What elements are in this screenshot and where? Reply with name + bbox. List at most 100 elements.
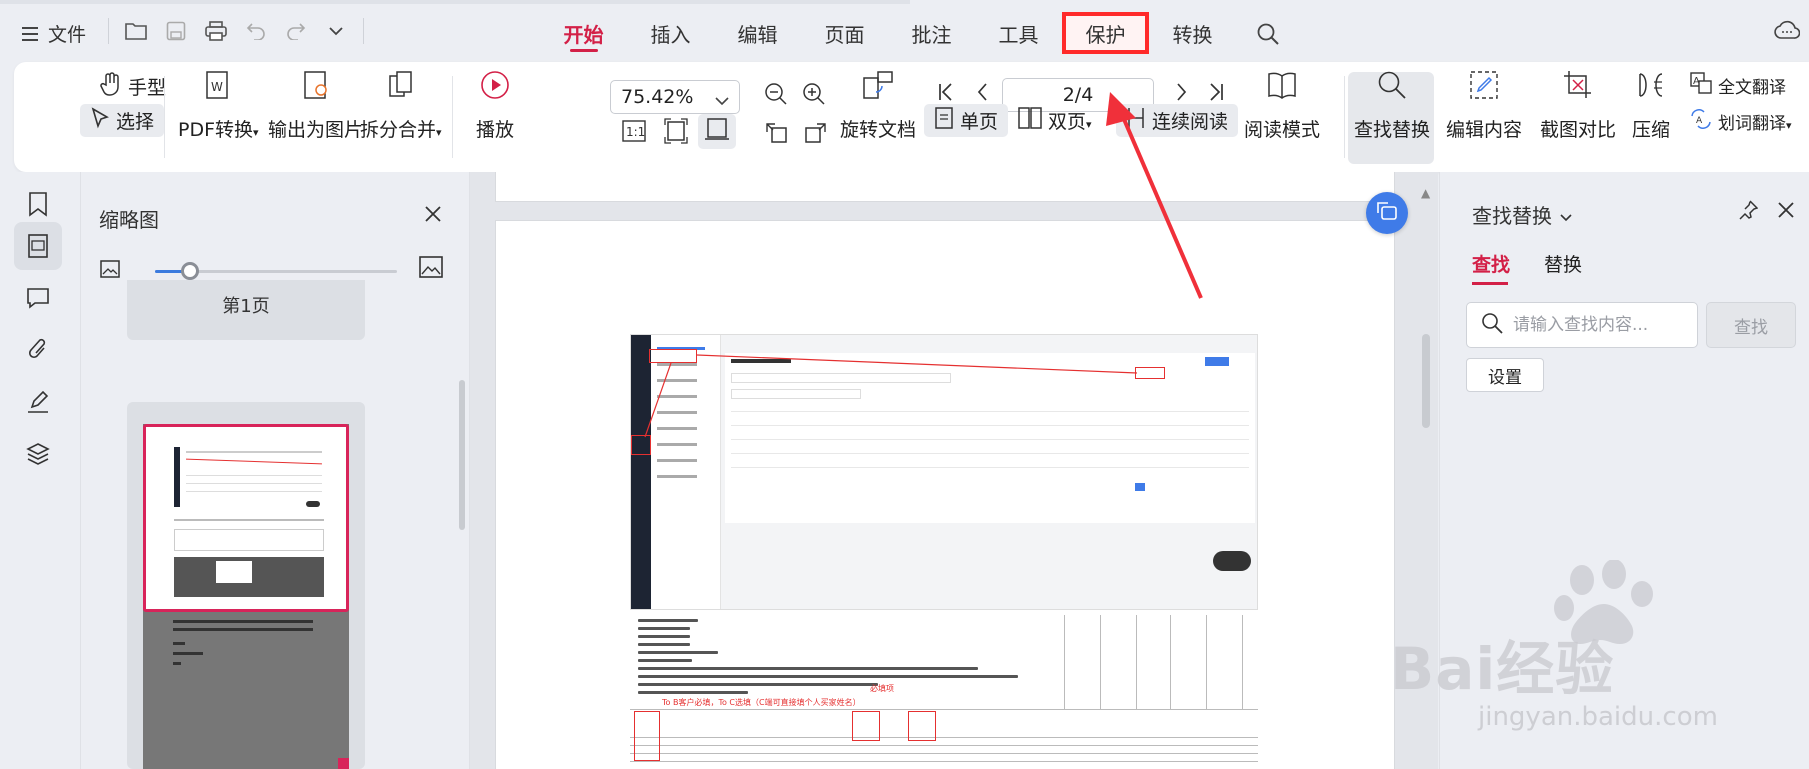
thumbnail-preview (143, 424, 349, 769)
svg-text:A: A (1696, 116, 1703, 126)
search-icon (1481, 312, 1503, 339)
play-button[interactable]: 播放 (476, 70, 514, 142)
tab-page[interactable]: 页面 (801, 12, 888, 54)
hand-icon (100, 72, 122, 101)
zoom-select[interactable]: 75.42% (610, 80, 740, 114)
tab-start[interactable]: 开始 (540, 12, 627, 54)
print-icon[interactable] (203, 18, 229, 44)
redo-icon[interactable] (283, 18, 309, 44)
select-tool-label: 选择 (116, 111, 155, 133)
annotation-box (634, 711, 660, 761)
screen-capture-icon (1376, 201, 1398, 225)
double-page-icon (1018, 107, 1042, 134)
tab-tools[interactable]: 工具 (975, 12, 1062, 54)
tab-annotate[interactable]: 批注 (888, 12, 975, 54)
rotate-left-button[interactable] (764, 120, 788, 149)
edit-content-button[interactable]: 编辑内容 (1446, 70, 1522, 142)
file-menu[interactable]: 文件 (22, 20, 86, 47)
screenshot-compare-button[interactable]: 截图对比 (1540, 70, 1616, 142)
large-image-icon (419, 256, 443, 282)
zoom-in-icon (802, 82, 826, 111)
split-merge-button[interactable]: 拆分合并▾ (360, 70, 442, 142)
scroll-up-arrow[interactable]: ▲ (1421, 186, 1430, 200)
hand-tool-button[interactable]: 手型 (100, 72, 166, 101)
tab-convert[interactable]: 转换 (1149, 12, 1236, 54)
zoom-value: 75.42% (621, 86, 694, 108)
read-mode-label: 阅读模式 (1244, 119, 1321, 141)
fit-width-button[interactable] (698, 114, 736, 149)
embedded-red-label: To B客户必填，To C选填（C端可直接填个人买家姓名） (662, 698, 861, 707)
embedded-toggle (1213, 551, 1251, 571)
thumbnail-panel: 缩略图 第1页 (80, 172, 470, 769)
cursor-icon (90, 107, 110, 134)
slider-handle[interactable] (181, 262, 199, 280)
zoom-out-button[interactable] (764, 82, 788, 111)
word-translate-button[interactable]: A 划词翻译▾ (1690, 108, 1792, 135)
save-icon[interactable] (163, 18, 189, 44)
thumbnail-scrollbar[interactable] (459, 380, 465, 530)
attachment-icon[interactable] (14, 326, 62, 374)
window-tabstrip (0, 0, 910, 4)
actual-size-button[interactable]: 1:1 (622, 120, 646, 147)
bookmark-icon[interactable] (14, 180, 62, 228)
zoom-in-button[interactable] (802, 82, 826, 111)
split-merge-label: 拆分合并 (360, 119, 437, 141)
divider (363, 18, 364, 44)
fit-page-button[interactable] (664, 118, 688, 149)
select-tool-button[interactable]: 选择 (80, 104, 165, 137)
rotate-right-icon (804, 120, 828, 149)
main-tabs: 开始 插入 编辑 页面 批注 工具 保护 转换 (540, 12, 1236, 54)
tab-edit[interactable]: 编辑 (714, 12, 801, 54)
pdf-convert-button[interactable]: W PDF转换▾ (178, 70, 259, 142)
rotate-right-button[interactable] (804, 120, 828, 149)
word-translate-label: 划词翻译 (1718, 114, 1786, 134)
single-page-button[interactable]: 单页 (924, 104, 1009, 137)
signature-icon[interactable] (14, 378, 62, 426)
export-image-button[interactable]: 输出为图片 (268, 70, 363, 142)
layers-icon[interactable] (14, 430, 62, 478)
comment-icon[interactable] (14, 274, 62, 322)
chevron-down-icon[interactable] (323, 18, 349, 44)
cloud-icon[interactable] (1774, 20, 1801, 44)
full-translate-label: 全文翻译 (1718, 78, 1786, 98)
screenshot-compare-label: 截图对比 (1540, 119, 1617, 141)
find-button[interactable]: 查找 (1706, 302, 1796, 348)
thumbnail-page-2[interactable] (127, 402, 365, 769)
close-icon[interactable] (425, 206, 441, 226)
play-label: 播放 (476, 119, 515, 141)
divider (108, 18, 109, 44)
pin-icon[interactable] (1738, 200, 1759, 224)
tab-find[interactable]: 查找 (1472, 250, 1510, 285)
continuous-read-button[interactable]: 连续阅读 (1116, 104, 1239, 137)
find-input[interactable] (1513, 315, 1693, 335)
open-folder-icon[interactable] (123, 18, 149, 44)
find-panel-title[interactable]: 查找替换 (1472, 200, 1572, 229)
undo-icon[interactable] (243, 18, 269, 44)
thumbnail-icon[interactable] (14, 222, 62, 270)
hamburger-icon (22, 26, 38, 41)
file-menu-label: 文件 (48, 24, 87, 46)
double-page-button[interactable]: 双页▾ (1018, 107, 1092, 134)
previous-page (495, 172, 1395, 202)
divider (164, 76, 165, 158)
read-mode-button[interactable]: 阅读模式 (1244, 70, 1320, 142)
tab-protect[interactable]: 保护 (1062, 12, 1149, 54)
hand-tool-label: 手型 (128, 77, 167, 99)
tab-insert[interactable]: 插入 (627, 12, 714, 54)
actual-size-icon: 1:1 (622, 120, 646, 147)
page-value: 2/4 (1062, 84, 1094, 106)
compress-button[interactable]: 压缩 (1632, 70, 1670, 142)
document-scrollbar[interactable] (1422, 334, 1430, 428)
full-translate-button[interactable]: A 全文翻译 (1690, 72, 1786, 99)
thumbnail-page-1[interactable]: 第1页 (127, 280, 365, 340)
embedded-annotation-lines (644, 354, 1138, 438)
float-action-button[interactable] (1366, 192, 1408, 234)
settings-button[interactable]: 设置 (1466, 358, 1544, 392)
close-icon[interactable] (1778, 202, 1794, 222)
find-replace-button[interactable]: 查找替换 (1354, 70, 1430, 142)
rotate-doc-icon (862, 70, 894, 105)
divider (1344, 76, 1345, 158)
tab-replace[interactable]: 替换 (1544, 250, 1582, 277)
search-icon[interactable] (1256, 22, 1280, 50)
rotate-doc-button[interactable]: 旋转文档 (840, 70, 916, 142)
